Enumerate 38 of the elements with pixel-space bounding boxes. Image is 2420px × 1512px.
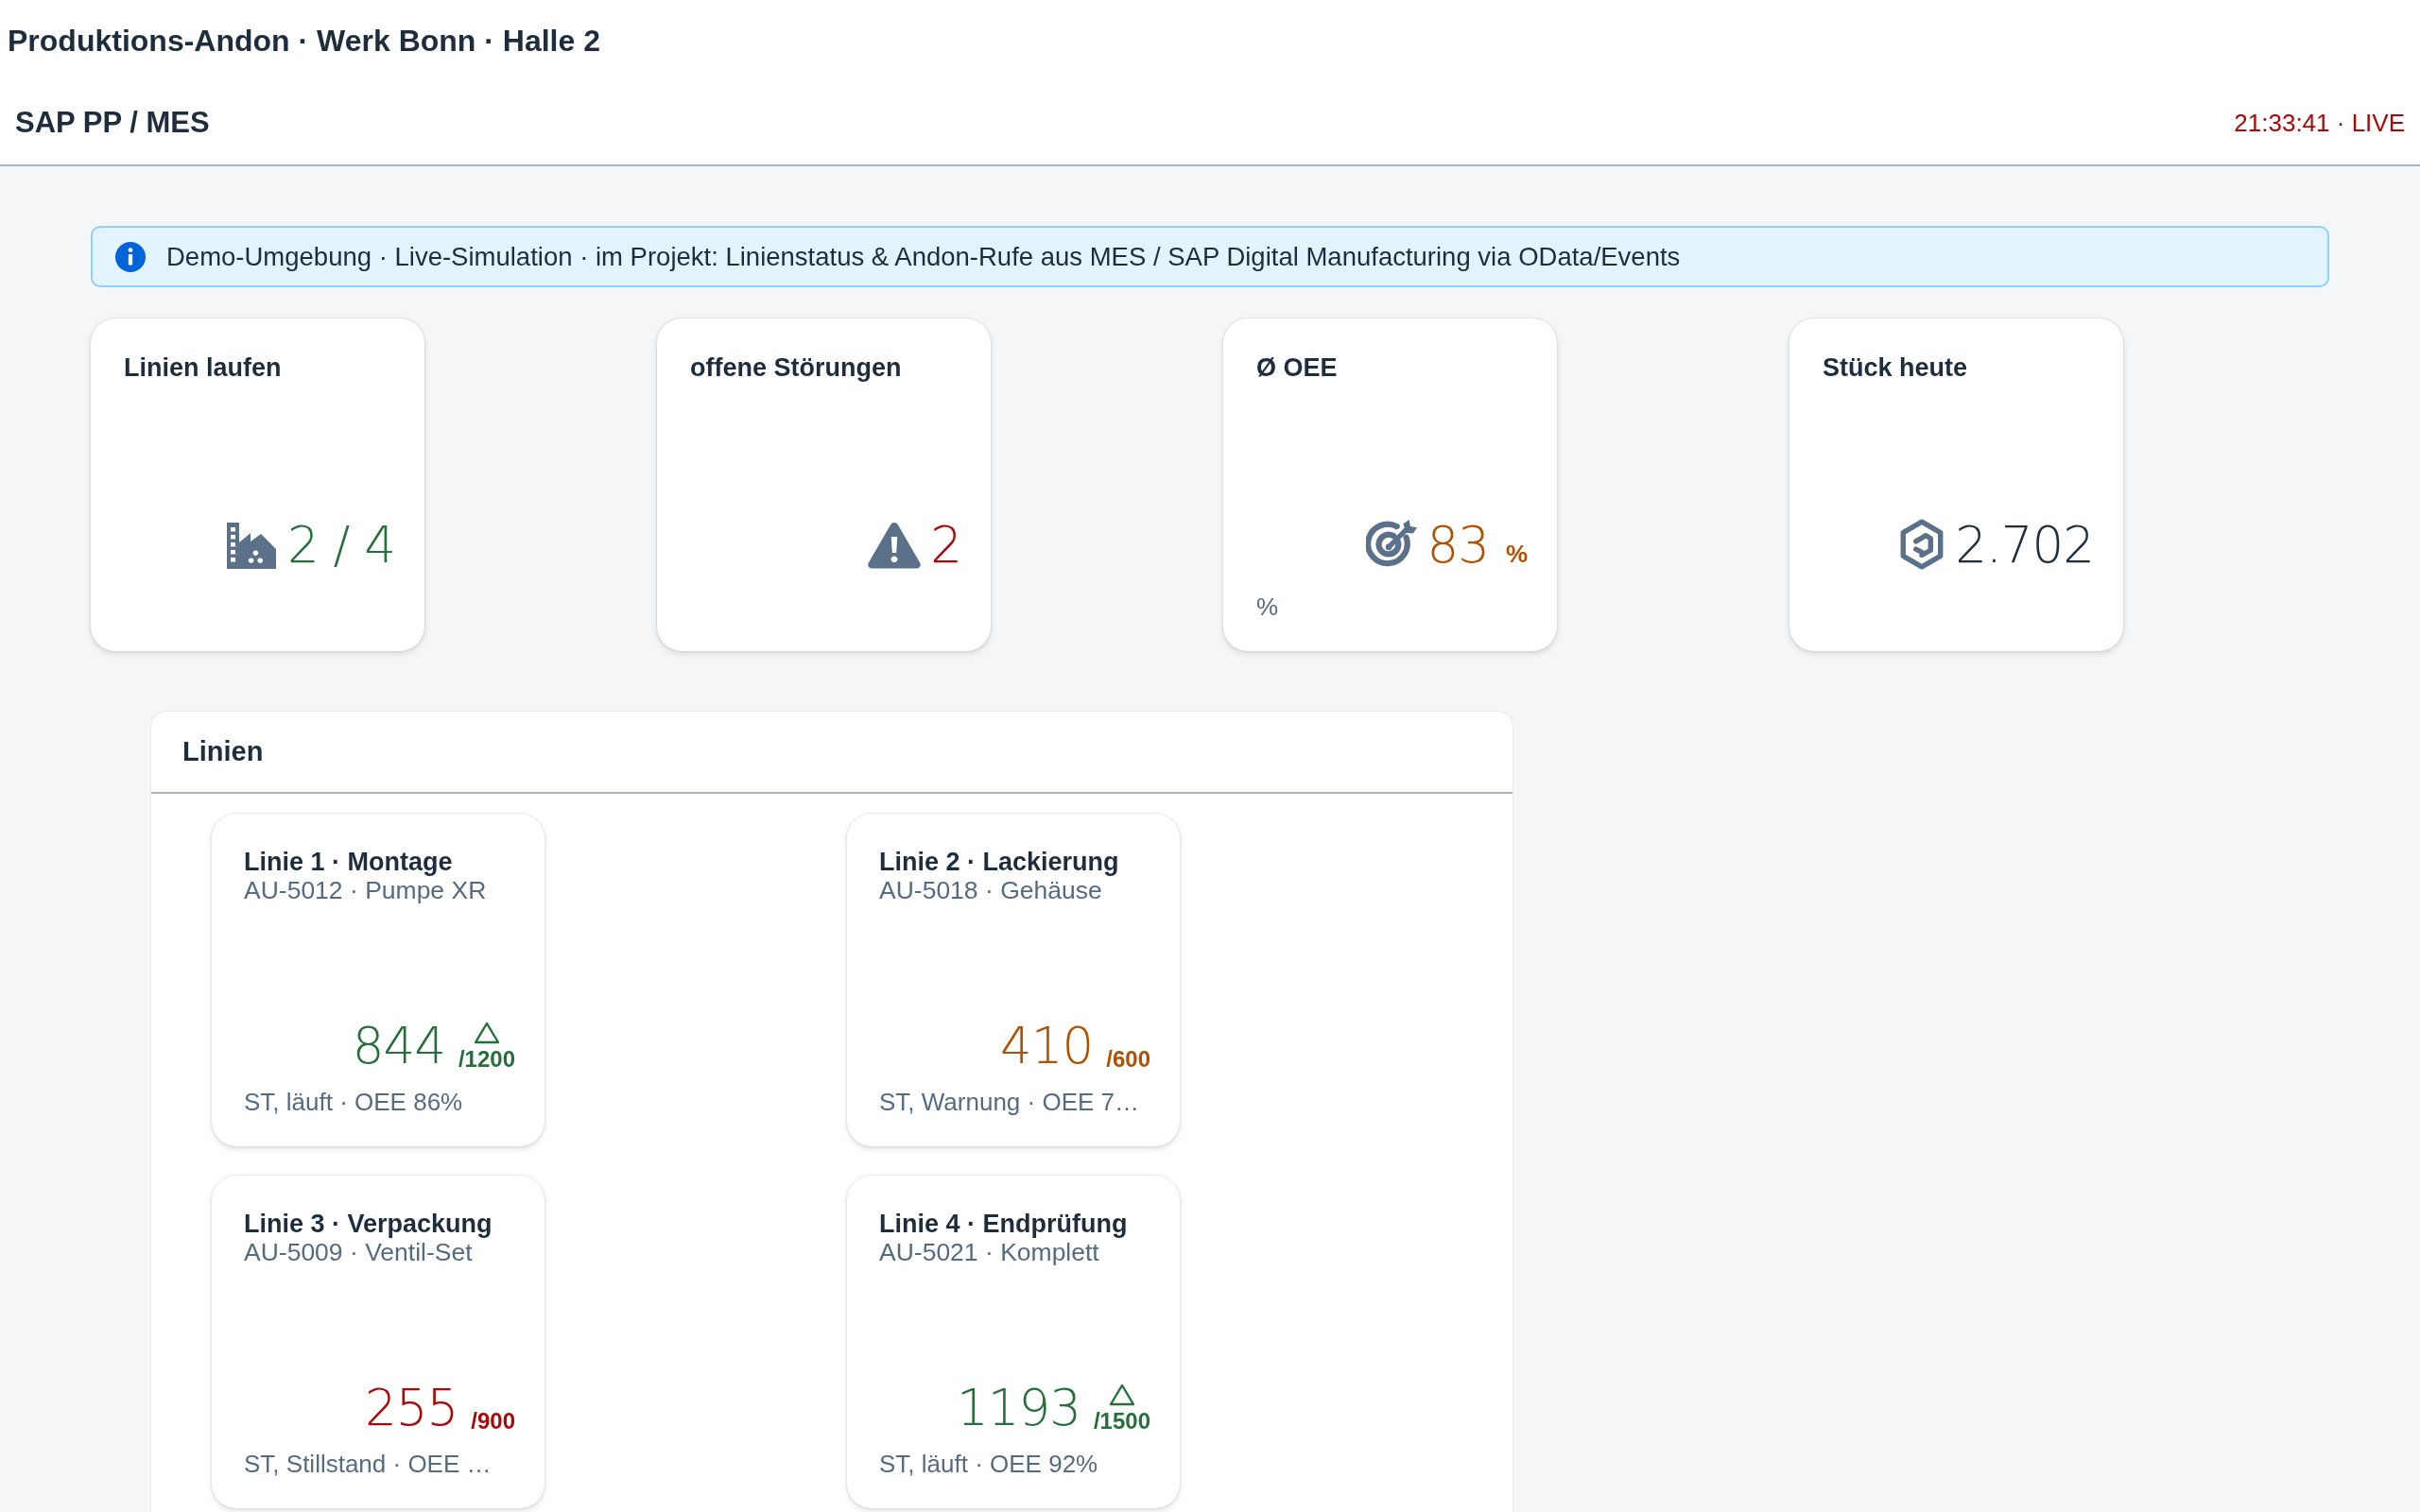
live-clock: 21:33:41 · LIVE	[2234, 108, 2405, 138]
kpi-title: Ø OEE	[1256, 352, 1338, 383]
kpi-value: 2 / 4	[287, 520, 395, 570]
count-value: 1193	[957, 1383, 1080, 1433]
factory-icon	[225, 521, 278, 569]
target-value: /1200	[458, 1048, 515, 1071]
line-title: Linie 3 · Verpackung	[244, 1210, 493, 1238]
kpi-unit: %	[1505, 539, 1528, 569]
page-title: Produktions-Andon · Werk Bonn · Halle 2	[8, 23, 600, 59]
panel-title: Linien	[182, 736, 264, 767]
line-title: Linie 4 · Endprüfung	[879, 1210, 1128, 1238]
kpi-title: Stück heute	[1823, 352, 1968, 383]
status-text: ST, läuft · OEE 92%	[879, 1450, 1098, 1478]
kpi-footnote: %	[1256, 593, 1279, 621]
system-label: SAP PP / MES	[15, 106, 210, 140]
kpi-value: 2	[930, 520, 961, 570]
info-icon	[115, 241, 146, 272]
kpi-title: offene Störungen	[690, 352, 902, 383]
warning-icon	[868, 521, 922, 569]
count-value: 255	[365, 1383, 458, 1433]
order-text: AU-5009 · Ventil-Set	[244, 1238, 473, 1266]
target-value: /600	[1106, 1048, 1150, 1071]
kpi-value: 83	[1426, 519, 1489, 570]
status-text: ST, Stillstand · OEE …	[244, 1450, 492, 1478]
kpi-title: Linien laufen	[124, 352, 282, 383]
status-text: ST, Warnung · OEE 7…	[879, 1088, 1140, 1116]
status-text: ST, läuft · OEE 86%	[244, 1088, 463, 1116]
order-text: AU-5012 · Pumpe XR	[244, 876, 487, 904]
count-value: 410	[1000, 1021, 1094, 1071]
order-text: AU-5018 · Gehäuse	[879, 876, 1102, 904]
target-value: /900	[471, 1410, 515, 1433]
order-text: AU-5021 · Komplett	[879, 1238, 1099, 1266]
line-title: Linie 2 · Lackierung	[879, 848, 1119, 876]
target-value: /1500	[1093, 1410, 1150, 1433]
count-value: 844	[352, 1021, 445, 1071]
kpi-value: 2.702	[1955, 519, 2094, 570]
line-title: Linie 1 · Montage	[244, 848, 453, 876]
info-text: Demo-Umgebung · Live-Simulation · im Projekt: Linienstatus & Andon-Rufe aus MES / SAP Digital Manufacturing via OData/Events	[166, 241, 1681, 272]
